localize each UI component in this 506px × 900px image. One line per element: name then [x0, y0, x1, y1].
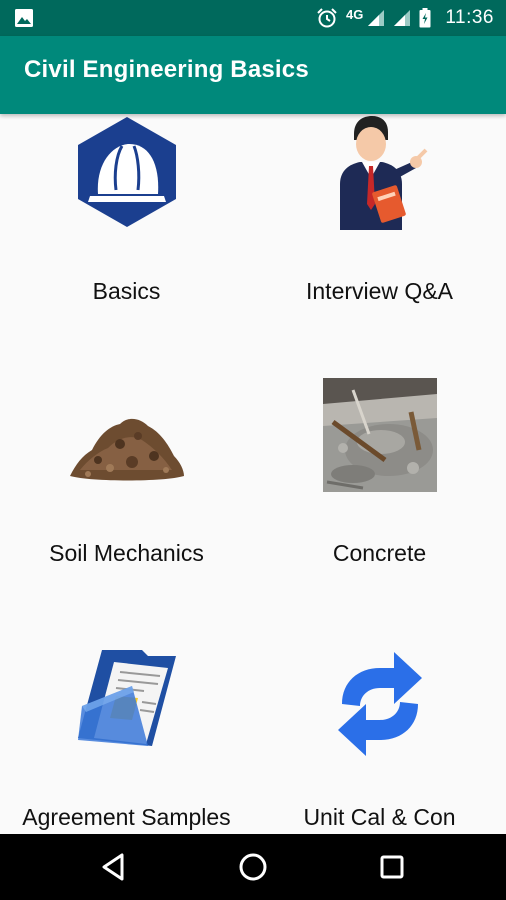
tile-agreement-samples[interactable]: Agreement Samples: [0, 642, 253, 834]
signal-icon: [394, 10, 411, 26]
tile-unit-conversion[interactable]: Unit Cal & Con: [253, 642, 506, 834]
clock: 11:36: [445, 7, 494, 28]
soil-pile-icon: [69, 418, 184, 481]
businessman-icon: [339, 116, 427, 230]
battery-icon: [419, 8, 431, 28]
alarm-icon: [317, 8, 337, 28]
convert-arrows-icon: [337, 652, 422, 756]
navigation-bar: [0, 834, 506, 900]
home-icon[interactable]: [235, 849, 271, 885]
app-bar: Civil Engineering Basics: [0, 36, 506, 114]
tile-concrete[interactable]: Concrete: [253, 378, 506, 642]
network-type: 4G: [346, 6, 364, 22]
back-icon[interactable]: [96, 849, 132, 885]
tile-label: Agreement Samples: [22, 804, 231, 830]
tile-label: Concrete: [332, 540, 427, 566]
recents-icon[interactable]: [374, 849, 410, 885]
image-icon: [15, 9, 33, 27]
tile-basics[interactable]: Basics: [0, 114, 253, 378]
tile-label: Basics: [92, 278, 161, 304]
document-folder-icon: [77, 650, 176, 746]
concrete-photo-icon: [322, 378, 437, 492]
tile-label: Interview Q&A: [306, 278, 453, 304]
hard-hat-icon: [77, 117, 176, 227]
signal-icon: [368, 10, 385, 26]
tile-label: Unit Cal & Con: [303, 804, 456, 830]
page-title: Civil Engineering Basics: [24, 56, 309, 83]
app-screen: 4G 11:36 Civil Engineering Basics Basics…: [0, 0, 506, 900]
tile-label: Soil Mechanics: [49, 540, 204, 566]
category-grid: Basics Interview Q&A Soil Mechanics Conc…: [0, 114, 506, 834]
tile-interview[interactable]: Interview Q&A: [253, 114, 506, 378]
tile-soil-mechanics[interactable]: Soil Mechanics: [0, 378, 253, 642]
status-bar: 4G 11:36: [0, 0, 506, 36]
